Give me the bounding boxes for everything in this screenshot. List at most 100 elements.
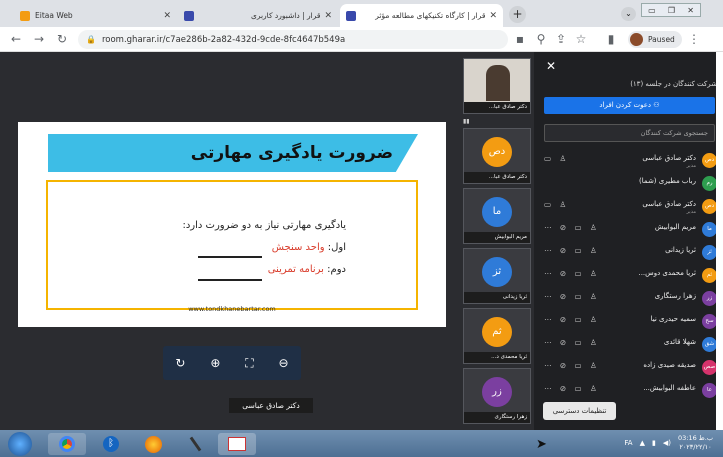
slide-title: ضرورت یادگیری مهارتی bbox=[190, 143, 393, 163]
tab-search-icon[interactable]: ⌄ bbox=[621, 7, 636, 21]
address-bar[interactable]: 🔒 room.gharar.ir/c7ae286b-2a82-432d-9cde… bbox=[78, 30, 508, 49]
access-settings-button[interactable]: تنظیمات دسترسی bbox=[543, 402, 616, 420]
zoom-in-icon[interactable]: ⊕ bbox=[210, 356, 220, 370]
participant-row[interactable]: ⋯ ⊘ ▭ ♙ سمیه حیدری نیا سح bbox=[534, 310, 723, 333]
page-edge bbox=[716, 52, 723, 430]
row-actions[interactable]: ⋯ ⊘ ▭ ♙ bbox=[544, 292, 600, 301]
minimize-icon[interactable]: ▭ bbox=[648, 6, 656, 15]
paused-label: Paused bbox=[648, 35, 675, 44]
share-icon[interactable]: ⇪ bbox=[554, 32, 568, 46]
show-hidden-icon[interactable]: ▲ bbox=[640, 439, 645, 447]
zoom-out-icon[interactable]: ⊖ bbox=[278, 356, 288, 370]
sidebar-icon[interactable]: ▮ bbox=[604, 32, 618, 46]
close-icon[interactable]: ✕ bbox=[546, 59, 556, 73]
close-window-icon[interactable]: ✕ bbox=[687, 6, 694, 15]
app-taskbar-icon[interactable] bbox=[218, 433, 256, 455]
video-tile[interactable]: دکتر صادق عبا... bbox=[463, 58, 531, 114]
tile-avatar: ما bbox=[482, 197, 512, 227]
avatar: صص bbox=[702, 360, 717, 375]
volume-icon[interactable]: ◀) bbox=[663, 439, 671, 447]
rotate-icon[interactable]: ↻ bbox=[175, 356, 185, 370]
avatar: زر bbox=[702, 291, 717, 306]
row-actions[interactable]: ⋯ ⊘ ▭ ♙ bbox=[544, 246, 600, 255]
clock[interactable]: 03:16 ب.ظ ۲۰۲۳/۲۲/۱۰ bbox=[678, 434, 713, 452]
profile-paused-button[interactable]: Paused bbox=[628, 31, 682, 48]
system-tray: FA ▲ ▮ ◀) 03:16 ب.ظ ۲۰۲۳/۲۲/۱۰ bbox=[624, 434, 713, 452]
row-actions[interactable]: ⋯ ⊘ ▭ ♙ bbox=[544, 315, 600, 324]
firefox-taskbar-icon[interactable] bbox=[134, 433, 172, 455]
restore-icon[interactable]: ❐ bbox=[668, 6, 675, 15]
participant-row[interactable]: ⋯ ⊘ ▭ ♙ ثریا زیدانی ثز bbox=[534, 241, 723, 264]
menu-dots-icon[interactable]: ⋮ bbox=[687, 32, 701, 46]
avatar: ما bbox=[702, 222, 717, 237]
underline bbox=[198, 256, 262, 258]
bookmark-star-icon[interactable]: ☆ bbox=[574, 32, 588, 46]
participant-row[interactable]: ▭ ♙ دکتر صادق عباسی مدیر دص bbox=[534, 149, 723, 172]
participant-row[interactable]: رباب مطیری (شما) رم bbox=[534, 172, 723, 195]
tab-dashboard[interactable]: قرار | داشبورد کاربری ✕ bbox=[178, 4, 338, 27]
row-actions[interactable]: ⋯ ⊘ ▭ ♙ bbox=[544, 384, 600, 393]
tab-eitaa[interactable]: Eitaa Web ✕ bbox=[14, 4, 177, 27]
camera-icon[interactable]: ▪ bbox=[513, 32, 527, 46]
participant-name: دکتر صادق عباسی bbox=[642, 154, 696, 162]
microphone-taskbar-icon[interactable] bbox=[176, 433, 214, 455]
participant-name: رباب مطیری (شما) bbox=[639, 177, 696, 185]
avatar: دص bbox=[702, 199, 717, 214]
row-actions[interactable]: ⋯ ⊘ ▭ ♙ bbox=[544, 269, 600, 278]
language-indicator[interactable]: FA bbox=[624, 439, 632, 447]
participant-name: صدیقه صیدی زاده bbox=[643, 361, 696, 369]
avatar: شق bbox=[702, 337, 717, 352]
lock-icon: 🔒 bbox=[86, 35, 96, 44]
network-icon[interactable]: ▮ bbox=[652, 439, 656, 447]
reload-icon[interactable]: ↻ bbox=[55, 32, 69, 46]
invite-button[interactable]: دعوت کردن افراد ⚇ bbox=[544, 97, 715, 114]
participant-row[interactable]: ⋯ ⊘ ▭ ♙ عاطفه البوابیش... عا bbox=[534, 379, 723, 402]
gharar-favicon-icon bbox=[184, 10, 194, 21]
video-tile[interactable]: ما مریم البوابیش bbox=[463, 188, 531, 244]
row-actions[interactable]: ▭ ♙ bbox=[544, 154, 569, 163]
close-icon[interactable]: ✕ bbox=[489, 11, 497, 21]
new-tab-button[interactable]: + bbox=[509, 6, 526, 23]
chrome-taskbar-icon[interactable] bbox=[48, 433, 86, 455]
row-actions[interactable]: ⋯ ⊘ ▭ ♙ bbox=[544, 223, 600, 232]
tab-workshop[interactable]: قرار | کارگاه تکنیکهای مطالعه مؤثر ✕ bbox=[340, 4, 503, 27]
video-tile[interactable]: زر زهرا رستگاری bbox=[463, 368, 531, 424]
close-icon[interactable]: ✕ bbox=[324, 11, 332, 21]
start-button[interactable] bbox=[8, 432, 32, 456]
participant-name: سمیه حیدری نیا bbox=[650, 315, 696, 323]
camera-feed bbox=[486, 65, 510, 101]
video-tile[interactable]: ثز ثریا زیدانی bbox=[463, 248, 531, 304]
tile-avatar: زر bbox=[482, 377, 512, 407]
participant-row[interactable]: ⋯ ⊘ ▭ ♙ شهلا قائدی شق bbox=[534, 333, 723, 356]
mouse-cursor-icon: ➤ bbox=[536, 437, 547, 452]
close-icon[interactable]: ✕ bbox=[163, 11, 171, 21]
participant-row[interactable]: ⋯ ⊘ ▭ ♙ ثریا محمدی دوس... ثم bbox=[534, 264, 723, 287]
fullscreen-icon[interactable]: ⛶ bbox=[245, 356, 253, 371]
row-actions[interactable]: ⋯ ⊘ ▭ ♙ bbox=[544, 338, 600, 347]
row-actions[interactable]: ⋯ ⊘ ▭ ♙ bbox=[544, 361, 600, 370]
participant-row[interactable]: ⋯ ⊘ ▭ ♙ مریم البوابیش ما bbox=[534, 218, 723, 241]
participant-row[interactable]: ⋯ ⊘ ▭ ♙ زهرا رستگاری زر bbox=[534, 287, 723, 310]
forward-icon[interactable]: → bbox=[32, 32, 46, 46]
back-icon[interactable]: ← bbox=[9, 32, 23, 46]
participant-name: ثریا محمدی دوس... bbox=[638, 269, 696, 277]
participant-row[interactable]: ⋯ ⊘ ▭ ♙ صدیقه صیدی زاده صص bbox=[534, 356, 723, 379]
signal-icon: ▮▮ bbox=[463, 118, 470, 125]
tile-name: دکتر صادق عبا... bbox=[464, 102, 530, 113]
participant-name: مریم البوابیش bbox=[654, 223, 696, 231]
tab-title: قرار | داشبورد کاربری bbox=[250, 11, 321, 20]
avatar: عا bbox=[702, 383, 717, 398]
zoom-icon[interactable]: ⚲ bbox=[534, 32, 548, 46]
participant-search-input[interactable]: جستجوی شرکت کنندگان bbox=[544, 124, 715, 142]
row-actions[interactable]: ▭ ♙ bbox=[544, 200, 569, 209]
invite-label: دعوت کردن افراد bbox=[599, 101, 652, 109]
participant-name: ثریا زیدانی bbox=[665, 246, 696, 254]
bluetooth-taskbar-icon[interactable]: ᛒ bbox=[92, 433, 130, 455]
clock-time: 03:16 ب.ظ bbox=[677, 434, 713, 442]
video-tile[interactable]: دص دکتر صادق عبا... bbox=[463, 128, 531, 184]
video-tile[interactable]: ثم ثریا محمدی د... bbox=[463, 308, 531, 364]
clock-date: ۲۰۲۳/۲۲/۱۰ bbox=[679, 443, 712, 451]
participant-row[interactable]: ▭ ♙ دکتر صادق عباسی مدیر دص bbox=[534, 195, 723, 218]
tile-name: زهرا رستگاری bbox=[464, 412, 530, 423]
slide-content-box bbox=[46, 180, 418, 310]
